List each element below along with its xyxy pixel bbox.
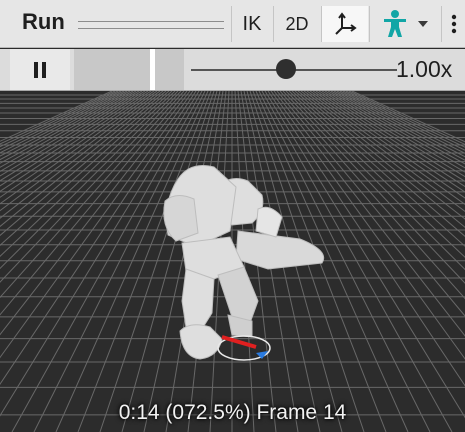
avatar-dropdown-button[interactable] (370, 6, 440, 42)
clip-title: Run (22, 9, 65, 34)
speed-slider-handle[interactable] (276, 59, 296, 79)
preview-viewport[interactable]: 0:14 (072.5%) Frame 14 (0, 91, 465, 432)
pause-icon (34, 61, 46, 78)
ik-label: IK (242, 12, 262, 35)
more-vertical-icon (451, 14, 456, 34)
gizmo-toggle-button[interactable] (322, 6, 368, 42)
pause-button[interactable] (10, 49, 70, 90)
playback-controls: 1.00x (0, 49, 465, 91)
timeline-scrubber[interactable] (74, 49, 184, 90)
timeline-playhead[interactable] (150, 49, 155, 90)
title-drag-handle[interactable] (78, 21, 224, 29)
speed-value: 1.00x (396, 56, 453, 82)
more-options-button[interactable] (442, 6, 465, 42)
mode-2d-button[interactable]: 2D (274, 6, 320, 42)
playback-status: 0:14 (072.5%) Frame 14 (118, 401, 347, 424)
gizmo-axes-icon (335, 12, 357, 35)
avatar-icon (384, 10, 406, 37)
grid-floor (0, 91, 465, 432)
mode-2d-label: 2D (285, 13, 309, 34)
preview-toolbar: Run IK 2D (0, 0, 465, 48)
chevron-down-icon (418, 21, 428, 27)
ik-toggle-button[interactable]: IK (232, 6, 272, 42)
